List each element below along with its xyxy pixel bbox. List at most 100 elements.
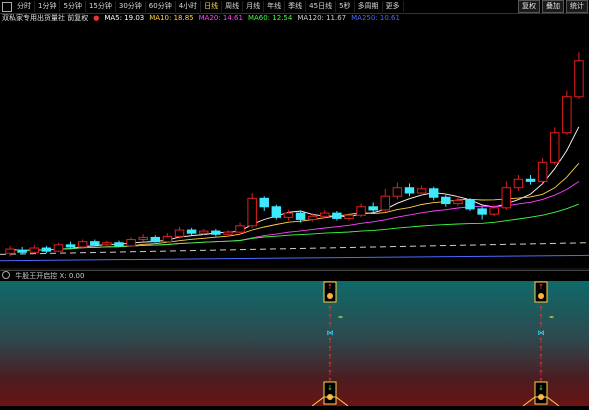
- money-bag-icon: [538, 293, 544, 299]
- candle[interactable]: [114, 240, 124, 247]
- candle[interactable]: [138, 234, 148, 242]
- candle[interactable]: [186, 227, 197, 236]
- butterfly-icon: ⋈: [327, 329, 334, 337]
- signal-arrow-icon: ↑: [538, 353, 544, 361]
- ma-legend-item: MA60: 12.54: [247, 14, 293, 22]
- up-arrow-icon: ↑: [538, 283, 544, 291]
- tag-icon: ≈: [549, 314, 554, 321]
- toolbar-button[interactable]: 叠加: [542, 0, 564, 13]
- candle[interactable]: [271, 204, 282, 220]
- ma250-line: [0, 254, 589, 262]
- period-tab[interactable]: 60分钟: [146, 1, 176, 12]
- candle[interactable]: [29, 244, 39, 254]
- period-tab[interactable]: 日线: [201, 1, 223, 12]
- signal-column-right: ↑↑≈↑↑⋈↑↑↑↑↑↑↑↓: [522, 281, 560, 407]
- tag-icon: ≈: [338, 314, 343, 321]
- period-tabs: 分时 1分钟 5分钟 15分钟 30分钟 60分钟 4小时 日线 周线 月线 年线 季线 45日线 5秒多…: [1, 1, 404, 12]
- signal-arrow-icon: ↑: [538, 369, 544, 377]
- candle[interactable]: [247, 193, 257, 228]
- ma120-line: [0, 242, 589, 255]
- candle[interactable]: [150, 235, 161, 243]
- ma20-line: [10, 181, 580, 252]
- signal-arrow-icon: ↑: [538, 321, 544, 329]
- ma-legend-items: MA5: 19.03 MA10: 18.85 MA20: 14.61 MA60: 12…: [104, 13, 400, 24]
- signal-arrow-icon: ↑: [327, 369, 333, 377]
- candle[interactable]: [574, 52, 584, 99]
- ma-legend-item: MA20: 14.61: [198, 14, 243, 22]
- candle[interactable]: [501, 181, 512, 210]
- candle[interactable]: [513, 175, 524, 191]
- period-tab[interactable]: 年线: [264, 1, 286, 12]
- candle[interactable]: [392, 182, 403, 200]
- candle[interactable]: [259, 196, 269, 211]
- candle[interactable]: [416, 185, 427, 196]
- signal-arrow-icon: ↑: [538, 361, 544, 369]
- period-tab[interactable]: 5分钟: [60, 1, 86, 12]
- candle[interactable]: [550, 127, 560, 165]
- candle[interactable]: [41, 245, 52, 254]
- candle[interactable]: [537, 158, 548, 184]
- candle[interactable]: [77, 239, 88, 249]
- signal-arrow-icon: ↑: [538, 305, 544, 313]
- candle[interactable]: [174, 226, 185, 239]
- period-tab[interactable]: 4小时: [176, 1, 202, 12]
- candle[interactable]: [90, 239, 100, 246]
- signal-arrow-icon: ↑: [327, 353, 333, 361]
- candle[interactable]: [465, 198, 475, 211]
- chart-title: 双私家专用出货量社 前复权: [2, 14, 89, 22]
- indicator-settings-icon[interactable]: [2, 271, 10, 279]
- candle[interactable]: [404, 183, 415, 197]
- signal-arrow-icon: ↑: [538, 313, 544, 321]
- signal-arrow-icon: ↑: [327, 337, 333, 345]
- period-tab[interactable]: 30分钟: [116, 1, 146, 12]
- period-tab[interactable]: 周线: [222, 1, 244, 12]
- candle[interactable]: [332, 210, 342, 221]
- candle[interactable]: [102, 240, 112, 247]
- period-tab[interactable]: 更多: [383, 1, 404, 12]
- price-chart[interactable]: [0, 24, 589, 270]
- candle[interactable]: [525, 175, 536, 185]
- period-tab[interactable]: 季线: [285, 1, 307, 12]
- period-tab[interactable]: 15分钟: [86, 1, 116, 12]
- signal-arrow-icon: ↑: [327, 313, 333, 321]
- candle[interactable]: [211, 228, 221, 237]
- candle[interactable]: [428, 186, 439, 201]
- period-tab[interactable]: 45日线: [306, 1, 337, 12]
- signal-arrow-icon: ↑: [538, 345, 544, 353]
- candle[interactable]: [162, 233, 173, 243]
- candle[interactable]: [17, 246, 27, 255]
- candle[interactable]: [477, 206, 487, 220]
- signal-arrow-icon: ↑: [327, 361, 333, 369]
- candle[interactable]: [5, 245, 15, 257]
- candle[interactable]: [235, 222, 245, 235]
- toolbar-button[interactable]: 统计: [566, 0, 588, 13]
- sub-indicator-header: 牛股王开启控 X: 0.00: [0, 271, 589, 281]
- candle[interactable]: [368, 202, 378, 213]
- candle[interactable]: [126, 237, 136, 247]
- period-tab[interactable]: 5秒: [336, 1, 355, 12]
- money-bag-icon: [327, 293, 333, 299]
- candle[interactable]: [441, 195, 451, 207]
- period-toolbar: 分时 1分钟 5分钟 15分钟 30分钟 60分钟 4小时 日线 周线 月线 年线 季线 45日线 5秒多…: [0, 0, 589, 14]
- indicator-legend: 双私家专用出货量社 前复权 ● MA5: 19.03 MA10: 18.85 MA2…: [2, 13, 400, 24]
- sub-indicator-panel[interactable]: ↑↑≈↑↑⋈↑↑↑↑↑↑↑↓ ↑↑≈↑↑⋈↑↑↑↑↑↑↑↓: [0, 281, 589, 407]
- signal-arrow-icon: ↑: [538, 337, 544, 345]
- period-tab[interactable]: 月线: [243, 1, 265, 12]
- period-tab[interactable]: 1分钟: [35, 1, 61, 12]
- candle[interactable]: [283, 209, 294, 221]
- signal-arrow-icon: ↑: [327, 305, 333, 313]
- candle[interactable]: [380, 188, 391, 213]
- toolbar-button[interactable]: 复权: [518, 0, 540, 13]
- ma-legend-item: MA250: 10.61: [351, 14, 400, 22]
- down-arrow-icon: ↓: [327, 384, 333, 392]
- candle[interactable]: [356, 203, 366, 218]
- settings-dot-icon[interactable]: ●: [93, 13, 99, 24]
- period-tab[interactable]: 分时: [14, 1, 35, 12]
- candle[interactable]: [562, 90, 572, 135]
- layout-toggle-icon[interactable]: [2, 2, 12, 12]
- signal-column-left: ↑↑≈↑↑⋈↑↑↑↑↑↑↑↓: [311, 281, 349, 407]
- candle[interactable]: [53, 242, 64, 253]
- down-arrow-icon: ↓: [538, 384, 544, 392]
- period-tab[interactable]: 多周期: [355, 1, 383, 12]
- signal-arrow-icon: ↑: [327, 345, 333, 353]
